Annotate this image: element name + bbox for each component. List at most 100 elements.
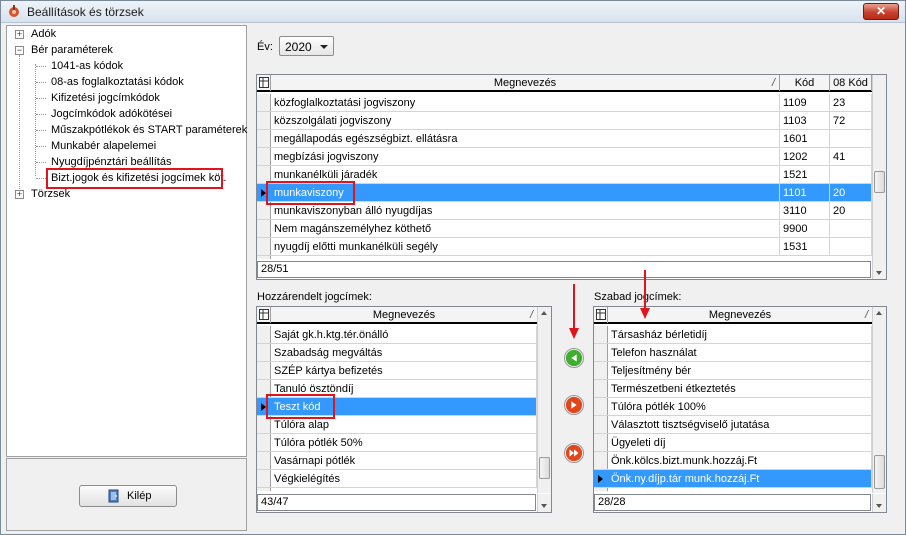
tree-item-adokotesei[interactable]: Jogcímkódok adókötései (51, 106, 172, 122)
left-footer-panel: Kilép (6, 458, 247, 531)
exit-button-label: Kilép (127, 490, 152, 502)
free-row[interactable]: Önk.ny.díjp.tár munk.hozzáj.Ft (594, 470, 872, 488)
annotation-box (266, 394, 335, 419)
column-header-code[interactable]: Kód (780, 75, 830, 91)
free-header: Megnevezés / (594, 307, 872, 324)
top-grid-cell-name: megbízási jogviszony (271, 148, 780, 165)
tree-connector (36, 146, 46, 147)
free-cell-name: Teljesítmény bér (608, 362, 872, 379)
free-cell-name: Önk.ny.díjp.tár munk.hozzáj.Ft (608, 470, 872, 487)
top-grid-cell-code: 1521 (780, 166, 830, 183)
scrollbar-thumb[interactable] (874, 171, 885, 193)
tree-item-08-kodok[interactable]: 08-as foglalkoztatási kódok (51, 74, 184, 90)
top-grid-row[interactable]: nyugdíj előtti munkanélküli segély 1531 (257, 238, 872, 256)
tree-expand-icon[interactable]: + (15, 190, 24, 199)
assigned-row[interactable]: Túlóra pótlék 50% (257, 434, 537, 452)
free-cell-name: Ügyeleti díj (608, 434, 872, 451)
assigned-cell-name: Vasárnapi pótlék (271, 452, 537, 469)
free-scrollbar[interactable] (872, 307, 886, 493)
year-dropdown[interactable]: 2020 (279, 36, 334, 56)
move-right-button[interactable] (564, 395, 584, 415)
tree-collapse-icon[interactable]: − (15, 46, 24, 55)
assigned-row[interactable]: Saját gk.h.ktg.tér.önálló (257, 326, 537, 344)
move-all-right-button[interactable] (564, 443, 584, 463)
tree-item-1041[interactable]: 1041-as kódok (51, 58, 123, 74)
chevron-down-icon (541, 504, 547, 508)
assigned-list: Megnevezés / Saját gk.h.ktg.tér.önálló Sz… (256, 306, 552, 513)
close-icon: ✕ (875, 4, 887, 18)
assigned-column-header[interactable]: Megnevezés / (271, 307, 537, 323)
door-exit-icon (108, 489, 119, 503)
settings-window: Beállítások és törzsek ✕ + Adók − Bér pa… (0, 0, 906, 535)
free-record-count: 28/28 (594, 494, 871, 511)
top-grid-cell-08-code: 23 (830, 94, 872, 111)
top-grid-scroll-down[interactable] (872, 261, 886, 279)
free-cell-name: Társasház bérletidíj (608, 326, 872, 343)
tree-connector (36, 98, 46, 99)
assigned-settings-cell[interactable] (257, 307, 271, 323)
free-row[interactable]: Teljesítmény bér (594, 362, 872, 380)
top-grid-cell-code: 1202 (780, 148, 830, 165)
assigned-column-header-label: Megnevezés (372, 309, 436, 321)
tree-guide-line (35, 64, 36, 176)
tree-item-adok[interactable]: Adók (31, 26, 56, 42)
close-button[interactable]: ✕ (863, 3, 899, 20)
tree-item-kifizetesi[interactable]: Kifizetési jogcímkódok (51, 90, 160, 106)
scrollbar-thumb[interactable] (874, 455, 885, 489)
free-row[interactable]: Természetbeni étkeztetés (594, 380, 872, 398)
top-grid-row[interactable]: közfoglalkoztatási jogviszony 1109 23 (257, 94, 872, 112)
top-grid-cell-08-code (830, 166, 872, 183)
free-row[interactable]: Választott tisztségviselő jutatása (594, 416, 872, 434)
tree-item-ber-parameterek[interactable]: Bér paraméterek (31, 42, 113, 58)
tree-connector (36, 178, 46, 179)
app-icon (9, 5, 19, 17)
top-grid-row[interactable]: közszolgálati jogviszony 1103 72 (257, 112, 872, 130)
chevron-down-icon (876, 504, 882, 508)
tree-connector (36, 114, 46, 115)
free-settings-cell[interactable] (594, 307, 608, 323)
free-row[interactable]: Túlóra pótlék 100% (594, 398, 872, 416)
tree-connector (36, 82, 46, 83)
move-left-button[interactable] (564, 348, 584, 368)
tree-item-munkaber[interactable]: Munkabér alapelemei (51, 138, 156, 154)
assigned-scrollbar[interactable] (537, 307, 551, 493)
tree-connector (36, 130, 46, 131)
top-grid-cell-code: 1101 (780, 184, 830, 201)
settings-tree: + Adók − Bér paraméterek 1041-as kódok 0… (6, 25, 247, 457)
top-grid-row[interactable]: megállapodás egészségbizt. ellátásra 1601 (257, 130, 872, 148)
assigned-header: Megnevezés / (257, 307, 537, 324)
window-title: Beállítások és törzsek (27, 5, 144, 19)
free-row[interactable]: Telefon használat (594, 344, 872, 362)
scrollbar-thumb[interactable] (539, 457, 550, 479)
assigned-row[interactable]: Szabadság megváltás (257, 344, 537, 362)
exit-button[interactable]: Kilép (79, 485, 177, 507)
legal-relations-grid: Megnevezés / Kód 08 Kód közfoglalkoztatá… (256, 74, 887, 280)
top-grid-row[interactable]: megbízási jogviszony 1202 41 (257, 148, 872, 166)
tree-expand-icon[interactable]: + (15, 30, 24, 39)
top-grid-scrollbar[interactable] (872, 75, 886, 279)
sort-indicator: / (771, 77, 775, 89)
grid-settings-icon (259, 309, 269, 320)
free-row[interactable]: Ügyeleti díj (594, 434, 872, 452)
top-grid-cell-code: 9900 (780, 220, 830, 237)
grid-settings-icon (596, 309, 606, 320)
top-grid-cell-name: megállapodás egészségbizt. ellátásra (271, 130, 780, 147)
annotation-box (46, 168, 223, 189)
free-row[interactable]: Önk.kölcs.bizt.munk.hozzáj.Ft (594, 452, 872, 470)
assigned-cell-name: Végkielégítés (271, 470, 537, 487)
top-grid-cell-08-code (830, 238, 872, 255)
assigned-row[interactable]: Vasárnapi pótlék (257, 452, 537, 470)
free-cell-name: Önk.kölcs.bizt.munk.hozzáj.Ft (608, 452, 872, 469)
column-header-08-code[interactable]: 08 Kód (830, 75, 872, 91)
assigned-scroll-down[interactable] (537, 494, 551, 512)
free-scroll-down[interactable] (872, 494, 886, 512)
assigned-cell-name: Szabadság megváltás (271, 344, 537, 361)
free-row[interactable]: Társasház bérletidíj (594, 326, 872, 344)
top-grid-row[interactable]: Nem magánszemélyhez köthető 9900 (257, 220, 872, 238)
assigned-row[interactable]: SZÉP kártya befizetés (257, 362, 537, 380)
column-header-name[interactable]: Megnevezés / (271, 75, 780, 91)
assigned-row[interactable]: Végkielégítés (257, 470, 537, 488)
grid-settings-cell[interactable] (257, 75, 271, 91)
current-row-indicator (598, 475, 603, 483)
tree-item-muszakpotlekok[interactable]: Műszakpótlékok és START paraméterek (51, 122, 247, 138)
